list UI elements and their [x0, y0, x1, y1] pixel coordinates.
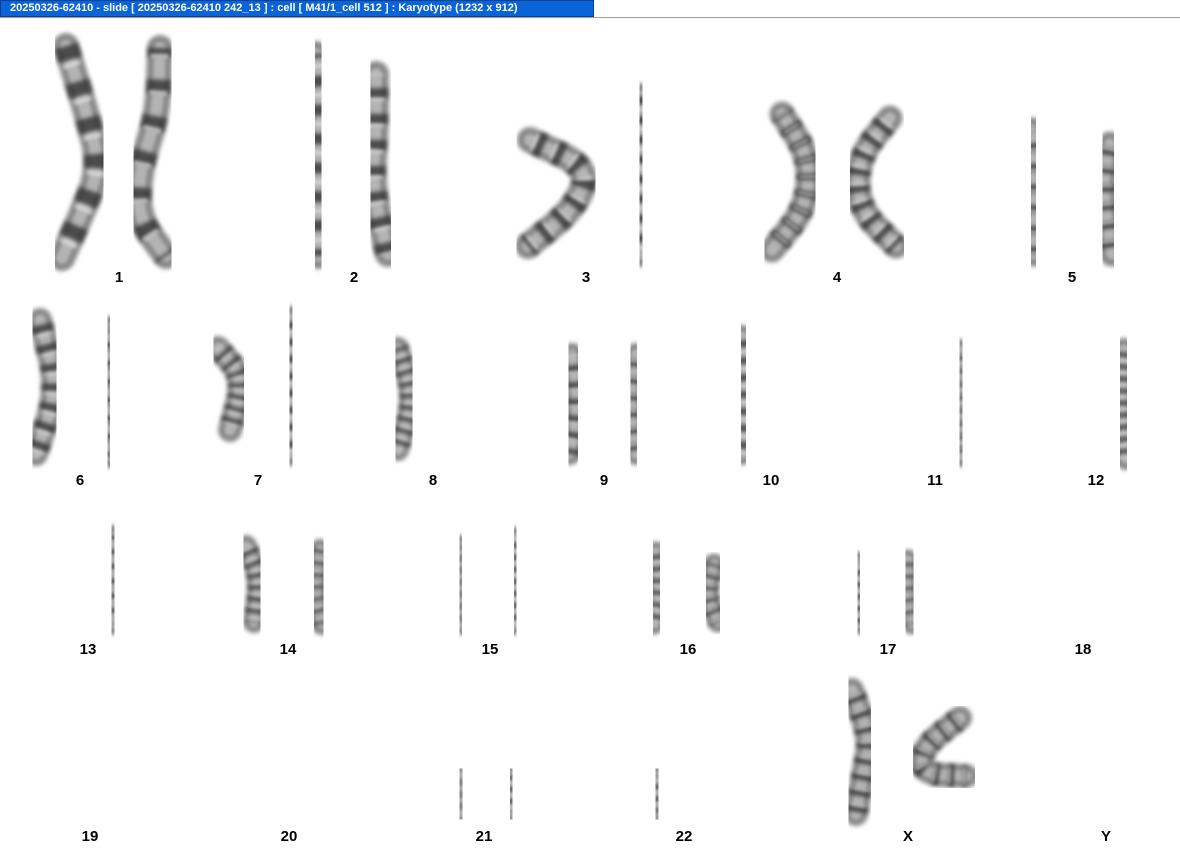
chromosome-pair-10[interactable]	[731, 325, 811, 465]
window-title-tab[interactable]: 20250326-62410 - slide [ 20250326-62410 …	[0, 0, 594, 17]
chromosome-14-a[interactable]	[235, 535, 269, 633]
chromosome-2-b[interactable]	[360, 61, 401, 267]
chromosome-21-a[interactable]	[449, 765, 473, 823]
chromosome-17-a[interactable]	[847, 551, 870, 635]
chromosome-label-2: 2	[349, 269, 359, 286]
chromosome-images	[24, 33, 1138, 826]
chromosome-pair-2[interactable]	[303, 41, 401, 269]
chromosome-9-a[interactable]	[559, 343, 588, 465]
chromosome-label-15: 15	[481, 641, 499, 658]
chromosome-pair-7[interactable]	[206, 306, 304, 466]
chromosome-pair-4[interactable]	[759, 101, 909, 263]
chromosome-8-a[interactable]	[387, 337, 421, 461]
chromosome-label-5: 5	[1067, 269, 1077, 286]
chromosome-3-b[interactable]	[627, 83, 655, 267]
chromosome-label-3: 3	[581, 269, 591, 286]
chromosome-1-b[interactable]	[125, 35, 179, 269]
chromosome-label-22: 22	[675, 828, 693, 845]
chromosome-4-b[interactable]	[845, 105, 909, 259]
chromosome-pair-11[interactable]	[895, 339, 973, 469]
chromosome-pair-19[interactable]	[55, 755, 127, 825]
chromosome-pair-14[interactable]	[235, 535, 333, 635]
chromosome-label-21: 21	[475, 828, 493, 845]
chromosome-pair-20[interactable]	[251, 749, 325, 823]
chromosome-label-20: 20	[280, 828, 298, 845]
chromosome-11-b[interactable]	[949, 339, 973, 467]
chromosome-label-14: 14	[279, 641, 297, 658]
chromosome-label-10: 10	[762, 472, 780, 489]
chromosome-10-a[interactable]	[731, 325, 756, 465]
chromosome-15-b[interactable]	[503, 527, 527, 635]
chromosome-label-19: 19	[81, 828, 99, 845]
chromosome-pair-8[interactable]	[387, 337, 475, 465]
chromosome-X-b[interactable]	[910, 706, 978, 788]
chromosome-pair-16[interactable]	[643, 541, 729, 635]
chromosome-label-13: 13	[79, 641, 97, 658]
chromosome-pair-21[interactable]	[449, 765, 523, 823]
chromosome-pair-9[interactable]	[559, 343, 647, 465]
chromosome-21-b[interactable]	[500, 765, 523, 823]
chromosome-label-7: 7	[253, 472, 263, 489]
chromosome-label-12: 12	[1087, 472, 1105, 489]
chromosome-9-b[interactable]	[620, 343, 647, 465]
chromosome-7-b[interactable]	[278, 306, 304, 466]
karyogram: 1 2 3 4 5 6 7 8 9 10 11 12 13 14 15 16 17 18 19 20 21 22 X Y	[0, 18, 1180, 861]
chromosome-pair-22[interactable]	[645, 763, 719, 823]
chromosome-6-b[interactable]	[96, 316, 122, 468]
chromosome-X-a[interactable]	[840, 678, 880, 826]
chromosome-label-6: 6	[75, 472, 85, 489]
chromosome-label-17: 17	[879, 641, 897, 658]
chromosome-22-a[interactable]	[645, 765, 669, 823]
chromosome-6-a[interactable]	[24, 308, 66, 466]
chromosome-5-b[interactable]	[1091, 131, 1125, 267]
chromosome-label-1: 1	[114, 269, 124, 286]
chromosome-label-11: 11	[927, 472, 943, 489]
chromosome-3-a[interactable]	[515, 127, 597, 259]
chromosome-pair-X[interactable]	[840, 678, 978, 826]
chromosome-pair-17[interactable]	[847, 549, 923, 635]
chromosome-label-18: 18	[1074, 641, 1092, 658]
chromosome-label-9: 9	[599, 472, 609, 489]
chromosome-5-a[interactable]	[1019, 117, 1048, 267]
chromosome-16-b[interactable]	[697, 553, 729, 633]
chromosome-12-b[interactable]	[1109, 338, 1138, 470]
chromosome-2-a[interactable]	[303, 41, 334, 269]
chromosome-pair-15[interactable]	[449, 527, 527, 635]
chromosome-7-a[interactable]	[206, 336, 252, 442]
title-bar: 20250326-62410 - slide [ 20250326-62410 …	[0, 0, 1180, 18]
chromosome-1-a[interactable]	[49, 33, 110, 271]
chromosome-pair-6[interactable]	[24, 308, 122, 468]
chromosome-17-b[interactable]	[896, 549, 923, 635]
chromosome-label-16: 16	[679, 641, 697, 658]
chromosome-pair-3[interactable]	[515, 83, 655, 267]
chromosome-15-a[interactable]	[449, 535, 473, 635]
chromosome-label-4: 4	[832, 269, 842, 286]
chromosome-13-b[interactable]	[101, 525, 125, 635]
chromosome-4-a[interactable]	[759, 101, 821, 263]
chromosome-14-b[interactable]	[304, 539, 333, 635]
chromosome-pair-18[interactable]	[1048, 552, 1116, 632]
chromosome-label-Y: Y	[1100, 828, 1111, 845]
chromosome-16-a[interactable]	[643, 541, 670, 635]
chromosome-pair-1[interactable]	[49, 33, 179, 271]
chromosome-label-X: X	[902, 828, 913, 845]
chromosome-pair-5[interactable]	[1019, 117, 1125, 267]
chromosome-label-8: 8	[428, 472, 438, 489]
chromosome-pair-12[interactable]	[1056, 336, 1138, 470]
chromosome-pair-13[interactable]	[51, 525, 125, 635]
